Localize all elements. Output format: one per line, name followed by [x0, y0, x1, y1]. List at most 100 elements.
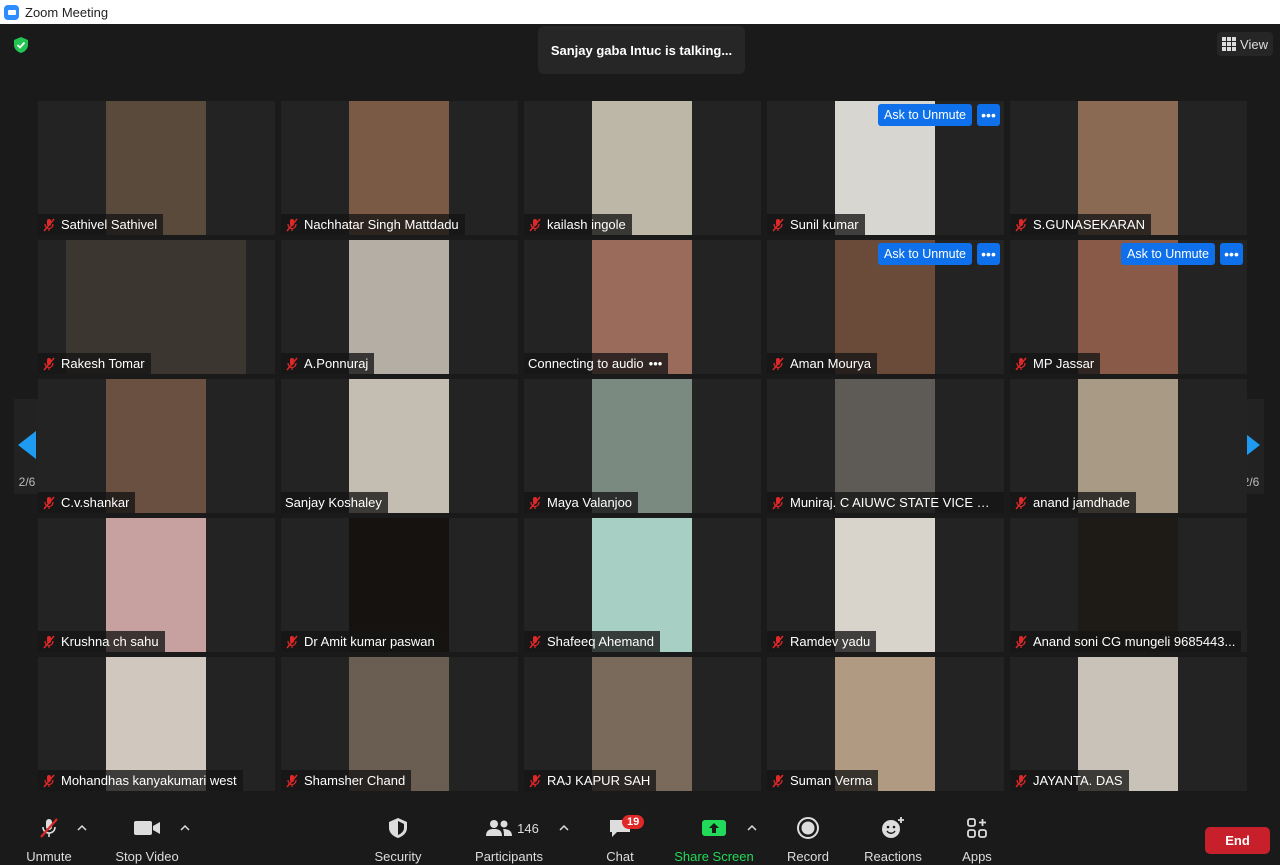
participant-tile[interactable]: kailash ingole	[524, 101, 761, 235]
participant-tile[interactable]: Krushna ch sahu	[38, 518, 275, 652]
muted-mic-icon	[528, 496, 542, 510]
more-options-icon[interactable]: •••	[1220, 243, 1243, 265]
audio-options-caret-icon[interactable]	[77, 823, 87, 833]
participant-nametag: C.v.shankar	[38, 492, 136, 513]
participants-count: 146	[517, 820, 539, 836]
more-options-icon[interactable]: •••	[977, 243, 1000, 265]
participant-tile[interactable]: S.GUNASEKARAN	[1010, 101, 1247, 235]
participant-tile[interactable]: Suman Verma	[767, 657, 1004, 791]
participant-tile[interactable]: Rakesh Tomar	[38, 240, 275, 374]
participant-nametag: Suman Verma	[767, 770, 879, 791]
participant-tile[interactable]: A.Ponnuraj	[281, 240, 518, 374]
chat-button[interactable]: 19 Chat	[600, 811, 645, 865]
more-options-icon[interactable]: •••	[977, 104, 1000, 126]
participant-nametag: Shamsher Chand	[281, 770, 412, 791]
reactions-smiley-icon	[882, 817, 904, 838]
share-options-caret-icon[interactable]	[747, 823, 757, 833]
muted-mic-icon	[771, 496, 785, 510]
muted-mic-icon	[1014, 774, 1028, 788]
previous-page-button[interactable]: 2/6	[14, 399, 40, 494]
participant-tile[interactable]: Sanjay Koshaley	[281, 379, 518, 513]
participant-tile[interactable]: anand jamdhade	[1010, 379, 1247, 513]
participant-tile[interactable]: Maya Valanjoo	[524, 379, 761, 513]
muted-mic-icon	[285, 218, 299, 232]
participant-nametag: Ramdev yadu	[767, 631, 877, 652]
muted-mic-icon	[528, 635, 542, 649]
participant-nametag: anand jamdhade	[1010, 492, 1136, 513]
muted-mic-icon	[771, 635, 785, 649]
participant-name: Rakesh Tomar	[61, 356, 145, 371]
participant-tile[interactable]: Ramdev yadu	[767, 518, 1004, 652]
gallery-grid: Sathivel Sathivel Nachhatar Singh Mattdad…	[38, 101, 1247, 792]
stop-video-button[interactable]: Stop Video	[110, 811, 184, 865]
participant-tile[interactable]: Sathivel Sathivel	[38, 101, 275, 235]
participant-name: Sunil kumar	[790, 217, 859, 232]
chat-label: Chat	[606, 849, 634, 864]
participant-tile[interactable]: C.v.shankar	[38, 379, 275, 513]
participant-nametag: Muniraj. C AIUWC STATE VICE PRE...	[767, 492, 1004, 513]
participant-nametag: Maya Valanjoo	[524, 492, 639, 513]
muted-mic-icon	[42, 357, 56, 371]
participant-name: Ramdev yadu	[790, 634, 871, 649]
participant-name: C.v.shankar	[61, 495, 130, 510]
participant-name: Nachhatar Singh Mattdadu	[304, 217, 459, 232]
participant-tile[interactable]: RAJ KAPUR SAH	[524, 657, 761, 791]
participant-nametag: Anand soni CG mungeli 9685443...	[1010, 631, 1242, 652]
security-shield-icon	[389, 818, 407, 838]
view-button[interactable]: View	[1217, 32, 1273, 56]
participant-name: Muniraj. C AIUWC STATE VICE PRE...	[790, 495, 998, 510]
participant-name: Krushna ch sahu	[61, 634, 159, 649]
participant-tile[interactable]: Sunil kumar Ask to Unmute •••	[767, 101, 1004, 235]
ask-to-unmute-button[interactable]: Ask to Unmute	[878, 104, 972, 126]
participant-tile[interactable]: Anand soni CG mungeli 9685443...	[1010, 518, 1247, 652]
participant-name: Dr Amit kumar paswan	[304, 634, 435, 649]
video-options-caret-icon[interactable]	[180, 823, 190, 833]
participant-tile[interactable]: Aman Mourya Ask to Unmute •••	[767, 240, 1004, 374]
participant-nametag: Rakesh Tomar	[38, 353, 151, 374]
participant-name: Shafeeq Ahemand	[547, 634, 654, 649]
participant-name: S.GUNASEKARAN	[1033, 217, 1145, 232]
participant-nametag: Connecting to audio •••	[524, 353, 669, 374]
muted-mic-icon	[42, 218, 56, 232]
participant-nametag: kailash ingole	[524, 214, 632, 235]
participant-tile[interactable]: MP Jassar Ask to Unmute •••	[1010, 240, 1247, 374]
participant-tile[interactable]: Mohandhas kanyakumari west	[38, 657, 275, 791]
participant-tile[interactable]: Muniraj. C AIUWC STATE VICE PRE...	[767, 379, 1004, 513]
record-icon	[797, 817, 819, 839]
reactions-button[interactable]: Reactions	[862, 811, 924, 865]
share-screen-button[interactable]: Share Screen	[674, 811, 754, 865]
window-title: Zoom Meeting	[25, 4, 109, 20]
participant-name: MP Jassar	[1033, 356, 1095, 371]
participant-name: Sanjay Koshaley	[285, 495, 382, 510]
end-meeting-button[interactable]: End	[1205, 827, 1270, 854]
participant-tile[interactable]: JAYANTA. DAS	[1010, 657, 1247, 791]
participant-nametag: Dr Amit kumar paswan	[281, 631, 441, 652]
participant-name: anand jamdhade	[1033, 495, 1130, 510]
participant-name: RAJ KAPUR SAH	[547, 773, 651, 788]
muted-mic-icon	[42, 774, 56, 788]
record-button[interactable]: Record	[786, 811, 830, 865]
participant-name: Aman Mourya	[790, 356, 871, 371]
security-button[interactable]: Security	[370, 811, 426, 865]
participant-tile[interactable]: Shafeeq Ahemand	[524, 518, 761, 652]
ask-to-unmute-button[interactable]: Ask to Unmute	[878, 243, 972, 265]
participant-name: Shamsher Chand	[304, 773, 406, 788]
participant-tile[interactable]: Connecting to audio •••	[524, 240, 761, 374]
muted-mic-icon	[1014, 635, 1028, 649]
participant-tile[interactable]: Nachhatar Singh Mattdadu	[281, 101, 518, 235]
muted-mic-icon	[285, 774, 299, 788]
unmute-button[interactable]: Unmute	[20, 811, 78, 865]
participants-options-caret-icon[interactable]	[559, 823, 569, 833]
participant-tile[interactable]: Shamsher Chand	[281, 657, 518, 791]
participants-button[interactable]: 146 Participants	[472, 811, 546, 865]
apps-button[interactable]: Apps	[958, 811, 996, 865]
participant-name: Sathivel Sathivel	[61, 217, 158, 232]
muted-mic-icon	[771, 774, 785, 788]
encryption-shield-icon[interactable]	[12, 36, 30, 54]
participant-nametag: Aman Mourya	[767, 353, 877, 374]
apps-label: Apps	[962, 849, 992, 864]
participant-tile[interactable]: Dr Amit kumar paswan	[281, 518, 518, 652]
participant-nametag: JAYANTA. DAS	[1010, 770, 1129, 791]
ask-to-unmute-button[interactable]: Ask to Unmute	[1121, 243, 1215, 265]
participant-name: Mohandhas kanyakumari west	[61, 773, 237, 788]
